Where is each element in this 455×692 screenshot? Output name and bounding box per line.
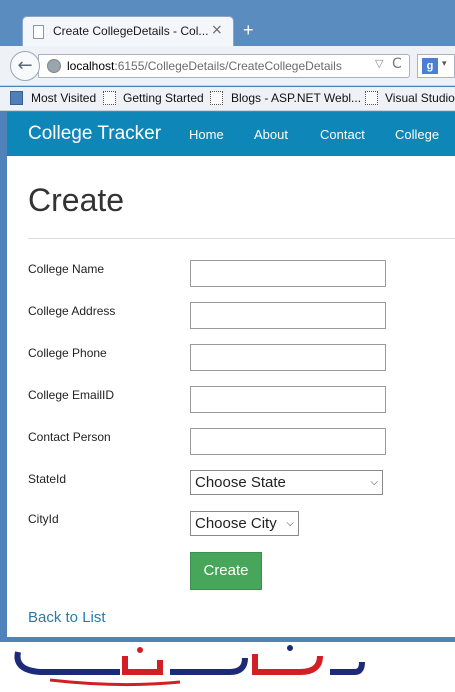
state-selected-value: Choose State xyxy=(195,474,286,491)
bookmark-getting-started[interactable]: Getting Started xyxy=(123,91,204,105)
college-name-input[interactable] xyxy=(190,260,386,287)
most-visited-icon xyxy=(10,91,23,105)
back-button[interactable]: ← xyxy=(10,51,40,81)
google-icon: g xyxy=(422,58,438,74)
contact-person-input[interactable] xyxy=(190,428,386,455)
nav-college[interactable]: College xyxy=(395,127,439,142)
city-selected-value: Choose City xyxy=(195,515,277,532)
college-email-label: College EmailID xyxy=(28,388,115,402)
back-to-list-link[interactable]: Back to List xyxy=(28,609,106,626)
college-phone-input[interactable] xyxy=(190,344,386,371)
nav-contact[interactable]: Contact xyxy=(320,127,365,142)
bookmark-page-icon xyxy=(103,91,116,105)
divider xyxy=(28,238,455,239)
brand-link[interactable]: College Tracker xyxy=(28,123,161,145)
address-bar[interactable]: localhost:6155/CollegeDetails/CreateColl… xyxy=(38,54,410,78)
contact-person-label: Contact Person xyxy=(28,430,111,444)
nav-home[interactable]: Home xyxy=(189,127,224,142)
nav-about[interactable]: About xyxy=(254,127,288,142)
globe-icon xyxy=(47,59,61,73)
state-select[interactable]: Choose State ⌵ xyxy=(190,470,383,495)
city-select[interactable]: Choose City ⌵ xyxy=(190,511,299,536)
browser-frame: Create CollegeDetails - Col... × + local… xyxy=(0,0,455,642)
url-text: localhost:6155/CollegeDetails/CreateColl… xyxy=(67,59,342,73)
tab-title: Create CollegeDetails - Col... xyxy=(53,24,209,38)
browser-toolbar: localhost:6155/CollegeDetails/CreateColl… xyxy=(0,46,455,86)
site-navbar: College Tracker Home About Contact Colle… xyxy=(7,112,455,156)
page-title: Create xyxy=(28,182,125,218)
city-label: CityId xyxy=(28,512,59,526)
college-name-label: College Name xyxy=(28,262,105,276)
bookmarks-bar: Most Visited Getting Started Blogs - ASP… xyxy=(0,87,455,111)
bookmark-blogs[interactable]: Blogs - ASP.NET Webl... xyxy=(231,91,361,105)
chevron-down-icon: ⌵ xyxy=(370,477,378,488)
barnamenevisan-logo xyxy=(14,645,365,687)
state-label: StateId xyxy=(28,472,67,486)
bookmark-visual-studio[interactable]: Visual Studio xyxy=(385,91,455,105)
page-icon xyxy=(33,25,44,39)
college-address-label: College Address xyxy=(28,304,116,318)
college-email-input[interactable] xyxy=(190,386,386,413)
chevron-down-icon[interactable]: ▾ xyxy=(442,59,447,69)
bookmark-page-icon xyxy=(365,91,378,105)
chevron-down-icon: ⌵ xyxy=(286,518,294,529)
web-page: College Tracker Home About Contact Colle… xyxy=(7,112,455,637)
bookmark-page-icon xyxy=(210,91,223,105)
url-dropdown-icon[interactable]: ▽ xyxy=(375,57,383,70)
reload-icon[interactable]: C xyxy=(392,56,402,72)
watermark-logo xyxy=(0,642,455,692)
bookmark-most-visited[interactable]: Most Visited xyxy=(31,91,96,105)
college-phone-label: College Phone xyxy=(28,346,107,360)
tab-bar: Create CollegeDetails - Col... × + xyxy=(0,0,455,46)
close-icon[interactable]: × xyxy=(211,22,223,38)
new-tab-button[interactable]: + xyxy=(243,20,254,41)
search-engine-box[interactable]: g ▾ xyxy=(417,54,455,78)
college-address-input[interactable] xyxy=(190,302,386,329)
browser-tab[interactable]: Create CollegeDetails - Col... × xyxy=(22,16,234,46)
create-button[interactable]: Create xyxy=(190,552,262,590)
